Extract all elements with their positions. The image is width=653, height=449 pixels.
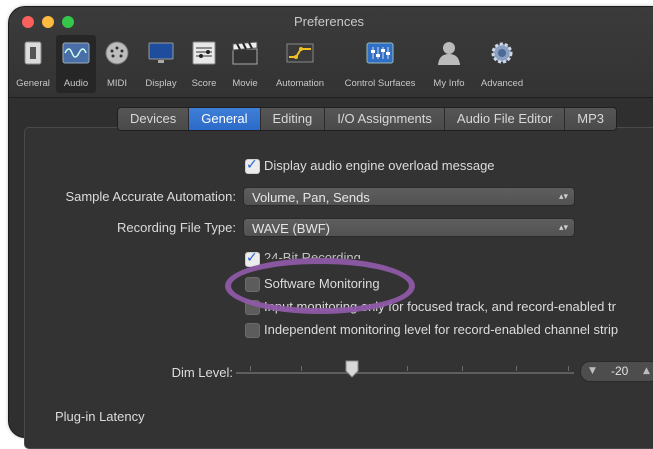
recording-type-popup[interactable]: WAVE (BWF) ▴▾ bbox=[243, 218, 575, 237]
score-icon bbox=[192, 41, 216, 65]
dim-level-label: Dim Level: bbox=[171, 365, 233, 380]
toolbar-item-audio[interactable]: Audio bbox=[56, 35, 96, 93]
tab-audio-file-editor[interactable]: Audio File Editor bbox=[444, 108, 566, 130]
audio-icon bbox=[62, 42, 90, 64]
toolbar-item-advanced[interactable]: Advanced bbox=[474, 35, 530, 93]
overload-checkbox[interactable] bbox=[245, 157, 260, 174]
movie-icon bbox=[232, 41, 258, 65]
tab-mp3[interactable]: MP3 bbox=[565, 108, 617, 130]
independent-monitoring-label: Independent monitoring level for record-… bbox=[264, 322, 619, 337]
dim-level-value: -20 bbox=[611, 364, 629, 378]
title-bar: Preferences General Audio MIDI Display S… bbox=[9, 7, 653, 98]
sample-accurate-popup[interactable]: Volume, Pan, Sends ▴▾ bbox=[243, 187, 575, 206]
toolbar-item-midi[interactable]: MIDI bbox=[97, 35, 137, 93]
toolbar-item-display[interactable]: Display bbox=[139, 35, 183, 93]
general-icon bbox=[24, 41, 42, 65]
tab-general[interactable]: General bbox=[189, 108, 261, 130]
slider-tick bbox=[568, 366, 569, 371]
slider-tick bbox=[462, 366, 463, 371]
independent-monitoring-checkbox[interactable] bbox=[245, 323, 260, 338]
slider-tick bbox=[301, 366, 302, 371]
toolbar-item-movie[interactable]: Movie bbox=[225, 35, 265, 93]
increment-arrow-icon[interactable]: ▲ bbox=[643, 362, 650, 381]
window-title: Preferences bbox=[293, 14, 365, 29]
audio-tabs: Devices General Editing I/O Assignments … bbox=[117, 107, 618, 131]
toolbar-item-my-info[interactable]: My Info bbox=[426, 35, 472, 93]
slider-tick bbox=[407, 366, 408, 371]
dim-level-stepper[interactable]: ▼ -20 ▲ bbox=[580, 361, 653, 382]
preferences-toolbar: General Audio MIDI Display Score Movie A… bbox=[9, 35, 653, 93]
control-surfaces-icon bbox=[366, 42, 394, 64]
popup-arrows-icon: ▴▾ bbox=[558, 192, 568, 202]
plugin-latency-heading: Plug-in Latency bbox=[55, 409, 145, 424]
popup-arrows-icon: ▴▾ bbox=[558, 223, 568, 233]
dim-level-slider-knob[interactable] bbox=[345, 360, 359, 378]
tab-io-assignments[interactable]: I/O Assignments bbox=[325, 108, 445, 130]
sample-accurate-label: Sample Accurate Automation: bbox=[65, 189, 236, 204]
decrement-arrow-icon[interactable]: ▼ bbox=[589, 362, 596, 381]
automation-icon bbox=[286, 43, 314, 63]
advanced-icon bbox=[491, 42, 513, 64]
tab-devices[interactable]: Devices bbox=[118, 108, 190, 130]
recording-type-value: WAVE (BWF) bbox=[252, 221, 330, 236]
toolbar-item-score[interactable]: Score bbox=[184, 35, 224, 93]
slider-tick bbox=[516, 366, 517, 371]
overload-label: Display audio engine overload message bbox=[264, 158, 495, 173]
recording-type-label: Recording File Type: bbox=[117, 220, 236, 235]
toolbar-item-general[interactable]: General bbox=[11, 35, 55, 93]
sample-accurate-value: Volume, Pan, Sends bbox=[252, 190, 370, 205]
dim-level-slider-track[interactable] bbox=[236, 372, 574, 374]
my-info-icon bbox=[438, 42, 460, 65]
highlight-ellipse bbox=[225, 258, 415, 314]
midi-icon bbox=[105, 41, 129, 65]
display-icon bbox=[148, 42, 174, 63]
toolbar-item-automation[interactable]: Automation bbox=[267, 35, 333, 93]
tab-editing[interactable]: Editing bbox=[260, 108, 326, 130]
toolbar-item-control-surfaces[interactable]: Control Surfaces bbox=[335, 35, 425, 93]
slider-tick bbox=[250, 366, 251, 371]
